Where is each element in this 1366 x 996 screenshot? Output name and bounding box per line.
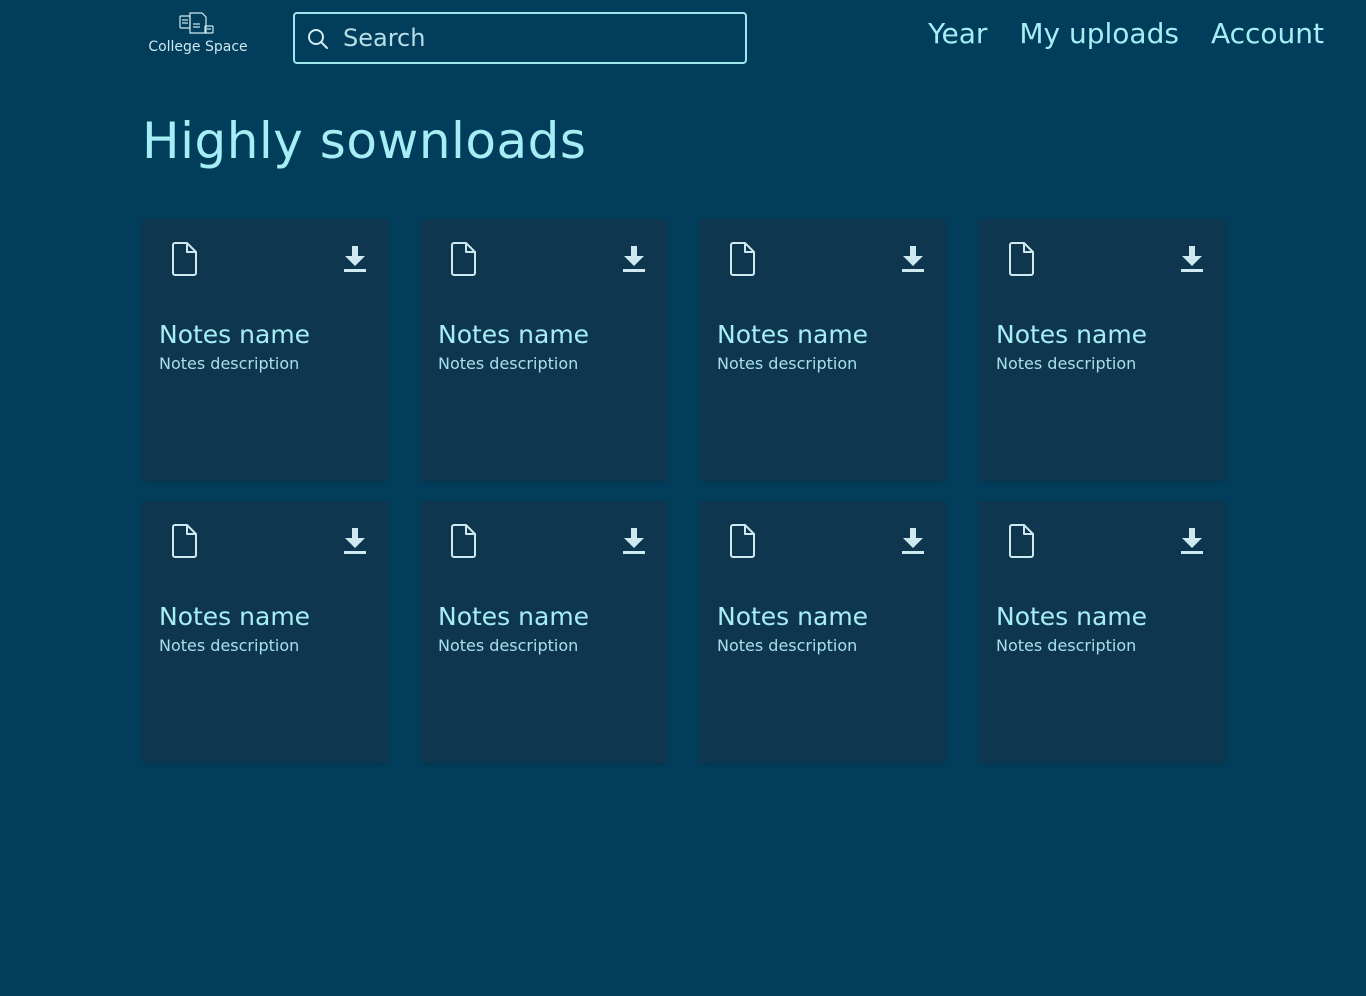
search-box[interactable] xyxy=(293,12,747,64)
download-icon[interactable] xyxy=(900,527,926,555)
note-card[interactable]: Notes name Notes description xyxy=(142,219,388,481)
download-icon[interactable] xyxy=(621,245,647,273)
file-icon xyxy=(172,524,197,558)
note-name: Notes name xyxy=(438,320,590,349)
download-icon[interactable] xyxy=(1179,245,1205,273)
note-name: Notes name xyxy=(159,320,311,349)
note-description: Notes description xyxy=(717,354,858,373)
search-input[interactable] xyxy=(343,14,733,62)
download-icon[interactable] xyxy=(900,245,926,273)
brand-name: College Space xyxy=(148,39,248,55)
download-icon[interactable] xyxy=(342,527,368,555)
search-icon xyxy=(308,29,328,49)
file-icon xyxy=(730,242,755,276)
note-card[interactable]: Notes name Notes description xyxy=(421,219,667,481)
brand-logo[interactable]: College Space xyxy=(142,10,254,55)
note-name: Notes name xyxy=(996,320,1148,349)
note-name: Notes name xyxy=(159,602,311,631)
note-description: Notes description xyxy=(159,354,300,373)
nav-my-uploads[interactable]: My uploads xyxy=(1019,16,1179,52)
note-description: Notes description xyxy=(996,354,1137,373)
notes-grid: Notes name Notes description Notes name … xyxy=(142,219,1225,763)
file-icon xyxy=(451,524,476,558)
file-icon xyxy=(730,524,755,558)
note-description: Notes description xyxy=(159,636,300,655)
note-description: Notes description xyxy=(438,354,579,373)
download-icon[interactable] xyxy=(1179,527,1205,555)
note-name: Notes name xyxy=(438,602,590,631)
download-icon[interactable] xyxy=(621,527,647,555)
file-icon xyxy=(451,242,476,276)
top-bar: College Space Year My uploads Account xyxy=(0,0,1366,90)
main-nav: Year My uploads Account xyxy=(928,16,1324,52)
note-card[interactable]: Notes name Notes description xyxy=(142,501,388,763)
note-name: Notes name xyxy=(717,602,869,631)
books-logo-icon xyxy=(179,12,214,34)
note-card[interactable]: Notes name Notes description xyxy=(421,501,667,763)
nav-year[interactable]: Year xyxy=(928,16,987,52)
note-description: Notes description xyxy=(717,636,858,655)
file-icon xyxy=(172,242,197,276)
note-description: Notes description xyxy=(438,636,579,655)
note-name: Notes name xyxy=(717,320,869,349)
nav-account[interactable]: Account xyxy=(1211,16,1324,52)
note-card[interactable]: Notes name Notes description xyxy=(700,501,946,763)
file-icon xyxy=(1009,524,1034,558)
note-name: Notes name xyxy=(996,602,1148,631)
note-card[interactable]: Notes name Notes description xyxy=(700,219,946,481)
note-card[interactable]: Notes name Notes description xyxy=(979,219,1225,481)
file-icon xyxy=(1009,242,1034,276)
note-description: Notes description xyxy=(996,636,1137,655)
download-icon[interactable] xyxy=(342,245,368,273)
page-title: Highly sownloads xyxy=(142,112,587,170)
note-card[interactable]: Notes name Notes description xyxy=(979,501,1225,763)
